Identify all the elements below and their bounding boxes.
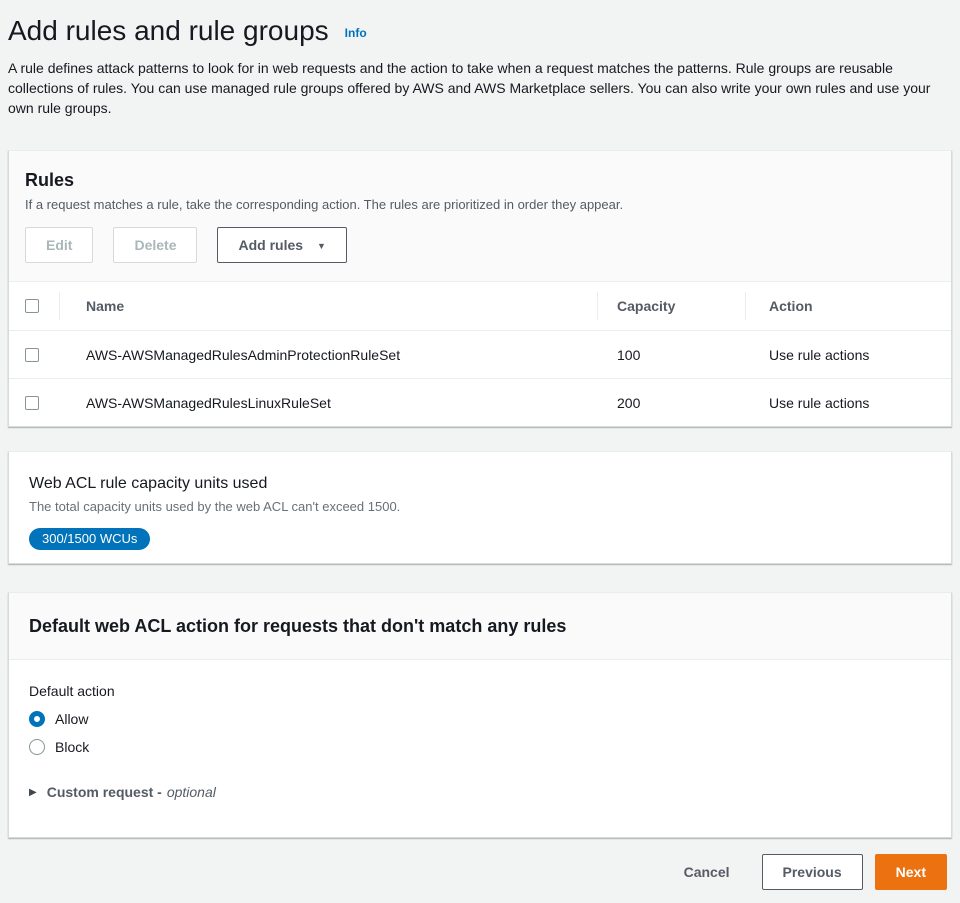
table-row: AWS-AWSManagedRulesLinuxRuleSet 200 Use … [9, 378, 951, 426]
radio-label: Allow [55, 711, 88, 727]
capacity-panel: Web ACL rule capacity units used The tot… [8, 451, 952, 564]
rules-panel-subtitle: If a request matches a rule, take the co… [25, 197, 931, 213]
default-action-panel-header: Default web ACL action for requests that… [9, 593, 951, 660]
rule-name: AWS-AWSManagedRulesLinuxRuleSet [59, 395, 597, 411]
cancel-button[interactable]: Cancel [684, 864, 730, 880]
rule-capacity: 200 [597, 395, 745, 411]
radio-option-block[interactable]: Block [29, 736, 931, 758]
radio-button[interactable] [29, 711, 45, 727]
default-action-label: Default action [29, 682, 931, 700]
custom-request-expander[interactable]: ▶ Custom request - optional [29, 784, 931, 800]
waf-add-rules-page: Add rules and rule groups Info A rule de… [0, 0, 960, 903]
previous-button[interactable]: Previous [762, 854, 863, 890]
row-checkbox[interactable] [25, 348, 39, 362]
rule-capacity: 100 [597, 347, 745, 363]
column-header-capacity: Capacity [597, 282, 745, 330]
optional-label: optional [167, 784, 216, 800]
column-header-name: Name [59, 282, 597, 330]
radio-button[interactable] [29, 739, 45, 755]
rules-panel: Rules If a request matches a rule, take … [8, 150, 952, 427]
rules-table: Name Capacity Action AWS-AWSManagedRules… [9, 282, 951, 426]
wizard-footer: Cancel Previous Next [8, 854, 947, 890]
radio-label: Block [55, 739, 89, 755]
row-checkbox[interactable] [25, 396, 39, 410]
edit-button[interactable]: Edit [25, 227, 93, 263]
capacity-title: Web ACL rule capacity units used [29, 474, 931, 494]
rules-table-header: Name Capacity Action [9, 282, 951, 330]
default-action-panel-body: Default action Allow Block ▶ Custom requ… [9, 660, 951, 837]
expand-right-icon: ▶ [29, 787, 37, 798]
radio-option-allow[interactable]: Allow [29, 708, 931, 730]
rules-panel-title: Rules [25, 169, 931, 191]
page-description: A rule defines attack patterns to look f… [8, 58, 952, 118]
next-button[interactable]: Next [875, 854, 947, 890]
select-all-checkbox[interactable] [25, 299, 39, 313]
page-title: Add rules and rule groups [8, 14, 329, 48]
column-header-action: Action [745, 282, 951, 330]
rule-name: AWS-AWSManagedRulesAdminProtectionRuleSe… [59, 347, 597, 363]
rule-action: Use rule actions [745, 347, 951, 363]
custom-request-label: Custom request - [47, 784, 162, 800]
default-action-panel-title: Default web ACL action for requests that… [29, 615, 931, 637]
default-action-panel: Default web ACL action for requests that… [8, 592, 952, 838]
add-rules-label: Add rules [238, 237, 303, 253]
add-rules-button[interactable]: Add rules ▼ [217, 227, 346, 263]
capacity-subtitle: The total capacity units used by the web… [29, 498, 931, 516]
info-link[interactable]: Info [345, 26, 367, 40]
wcu-badge: 300/1500 WCUs [29, 528, 150, 550]
rule-action: Use rule actions [745, 395, 951, 411]
caret-down-icon: ▼ [317, 241, 326, 251]
rules-toolbar: Edit Delete Add rules ▼ [25, 227, 931, 263]
rules-panel-header: Rules If a request matches a rule, take … [9, 151, 951, 282]
delete-button[interactable]: Delete [113, 227, 197, 263]
page-header: Add rules and rule groups Info A rule de… [0, 0, 960, 118]
table-row: AWS-AWSManagedRulesAdminProtectionRuleSe… [9, 330, 951, 378]
